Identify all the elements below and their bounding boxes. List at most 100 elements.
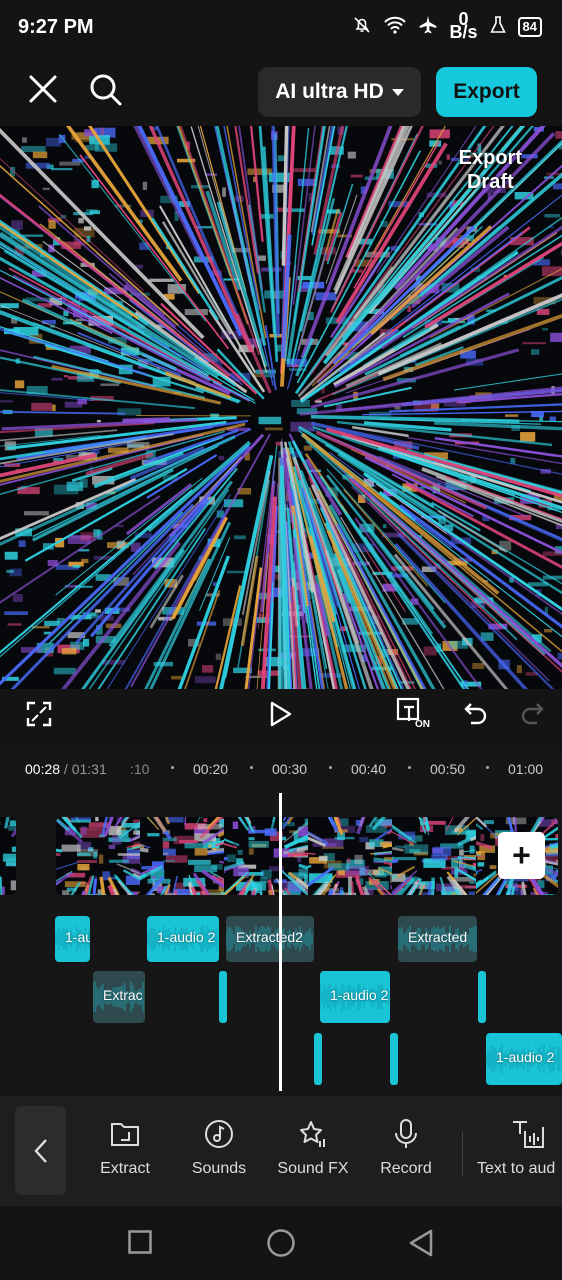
glitch-block [194, 848, 208, 856]
nav-back-button[interactable] [408, 1228, 434, 1263]
fullscreen-button[interactable] [26, 701, 52, 732]
preview-frame [0, 126, 562, 689]
glitch-block [334, 836, 355, 840]
glitch-block [83, 638, 90, 647]
ruler-dot [408, 766, 411, 769]
glitch-block [78, 218, 84, 224]
redo-button[interactable] [519, 701, 545, 732]
microphone-icon [376, 1116, 436, 1152]
glitch-block [83, 226, 92, 231]
glitch-block [42, 319, 56, 325]
glitch-block [102, 660, 125, 665]
timeline[interactable]: 00:28 / 01:31 :10 00:20 00:30 00:40 00:5… [0, 751, 562, 1096]
ruler-tick: 00:30 [272, 761, 308, 777]
fullscreen-icon [26, 701, 52, 727]
short-audio-clip[interactable] [390, 1033, 398, 1085]
home-button[interactable] [266, 1228, 296, 1263]
short-audio-clip[interactable] [478, 971, 486, 1023]
current-time: 00:28 [25, 761, 61, 777]
undo-button[interactable] [463, 701, 489, 732]
glitch-block [264, 828, 277, 836]
export-draft-watermark[interactable]: Export Draft [459, 146, 522, 194]
glitch-block [21, 234, 44, 237]
glitch-block [10, 880, 16, 891]
editor-header: AI ultra HD Export [0, 58, 562, 126]
audio-clip[interactable]: 1-audio 2 [147, 916, 219, 962]
glitch-block [11, 846, 16, 852]
audio-clip[interactable]: 1-audio [55, 916, 90, 962]
extracted-clip-label: Extracted [408, 929, 468, 945]
main-video-track[interactable] [56, 817, 558, 895]
glitch-block [383, 524, 387, 529]
text-to-audio-tool[interactable]: Text to aud [477, 1116, 562, 1178]
ruler-tick: :10 [130, 761, 150, 777]
add-clip-button[interactable]: + [498, 832, 545, 879]
quality-label: AI ultra HD [275, 80, 384, 103]
glitch-block [451, 857, 459, 868]
system-nav-bar [0, 1206, 562, 1280]
star-sparkle-icon [274, 1116, 352, 1152]
record-tool[interactable]: Record [376, 1116, 436, 1178]
extracted-audio-clip[interactable]: Extrac [93, 971, 145, 1023]
glitch-block [303, 445, 312, 451]
glitch-block [77, 863, 90, 871]
glitch-block [4, 551, 18, 560]
time-ruler: 00:28 / 01:31 :10 00:20 00:30 00:40 00:5… [0, 751, 562, 785]
play-button[interactable] [269, 701, 293, 732]
extracted-audio-clip[interactable]: Extracted2 [226, 916, 314, 962]
glitch-block [407, 306, 412, 313]
network-speed: 0 B/s [450, 10, 478, 41]
quality-dropdown[interactable]: AI ultra HD [258, 67, 421, 117]
close-button[interactable] [26, 72, 60, 106]
sounds-tool[interactable]: Sounds [187, 1116, 251, 1178]
glitch-block [179, 839, 198, 844]
glitch-block [4, 611, 28, 616]
glitch-block [468, 891, 475, 895]
audio-clip-label: 1-audio 2 [157, 929, 216, 945]
glitch-block [80, 826, 87, 836]
search-button[interactable] [88, 72, 124, 108]
ruler-dot [486, 766, 489, 769]
glitch-block [61, 844, 81, 852]
glitch-block [77, 860, 98, 863]
glitch-block [264, 427, 283, 431]
battery-indicator: 84 [517, 17, 542, 37]
short-audio-clip[interactable] [314, 1033, 322, 1085]
glitch-block [291, 168, 316, 173]
glitch-block [552, 183, 562, 190]
audio-clip[interactable]: 1-audio 2 [486, 1033, 562, 1085]
toolbar-divider [462, 1132, 463, 1176]
export-button[interactable]: Export [436, 67, 537, 117]
sound-fx-tool[interactable]: Sound FX [274, 1116, 352, 1178]
glitch-block [11, 220, 23, 230]
keyframe-toggle-button[interactable]: ON [396, 697, 434, 734]
glitch-block [318, 855, 328, 861]
glitch-block [6, 569, 14, 573]
extracted-audio-clip[interactable]: Extracted [398, 916, 477, 962]
glitch-block [359, 836, 369, 843]
glitch-block [505, 414, 519, 417]
glitch-block [188, 859, 211, 865]
timecode: 00:28 / 01:31 [25, 761, 107, 777]
glitch-block [542, 328, 548, 331]
video-preview[interactable]: Export Draft [0, 126, 562, 689]
ruler-dot [329, 766, 332, 769]
audio-clip-label: 1-audio 2 [330, 987, 389, 1003]
previous-video-clip[interactable] [0, 817, 16, 895]
glitch-block [247, 168, 272, 175]
glitch-block [162, 841, 170, 849]
glitch-block [354, 854, 363, 864]
recents-button[interactable] [128, 1230, 152, 1259]
back-button[interactable] [15, 1106, 66, 1195]
extract-tool[interactable]: Extract [95, 1116, 155, 1178]
ruler-tick: 00:40 [351, 761, 387, 777]
glitch-block [2, 853, 16, 862]
glitch-block [520, 432, 536, 442]
folder-extract-icon [95, 1116, 155, 1152]
glitch-block [14, 380, 25, 389]
status-bar: 9:27 PM 0 B/s 84 [0, 0, 562, 58]
record-label: Record [380, 1160, 432, 1177]
glitch-block [516, 665, 522, 674]
audio-clip[interactable]: 1-audio 2 [320, 971, 390, 1023]
short-audio-clip[interactable] [219, 971, 227, 1023]
